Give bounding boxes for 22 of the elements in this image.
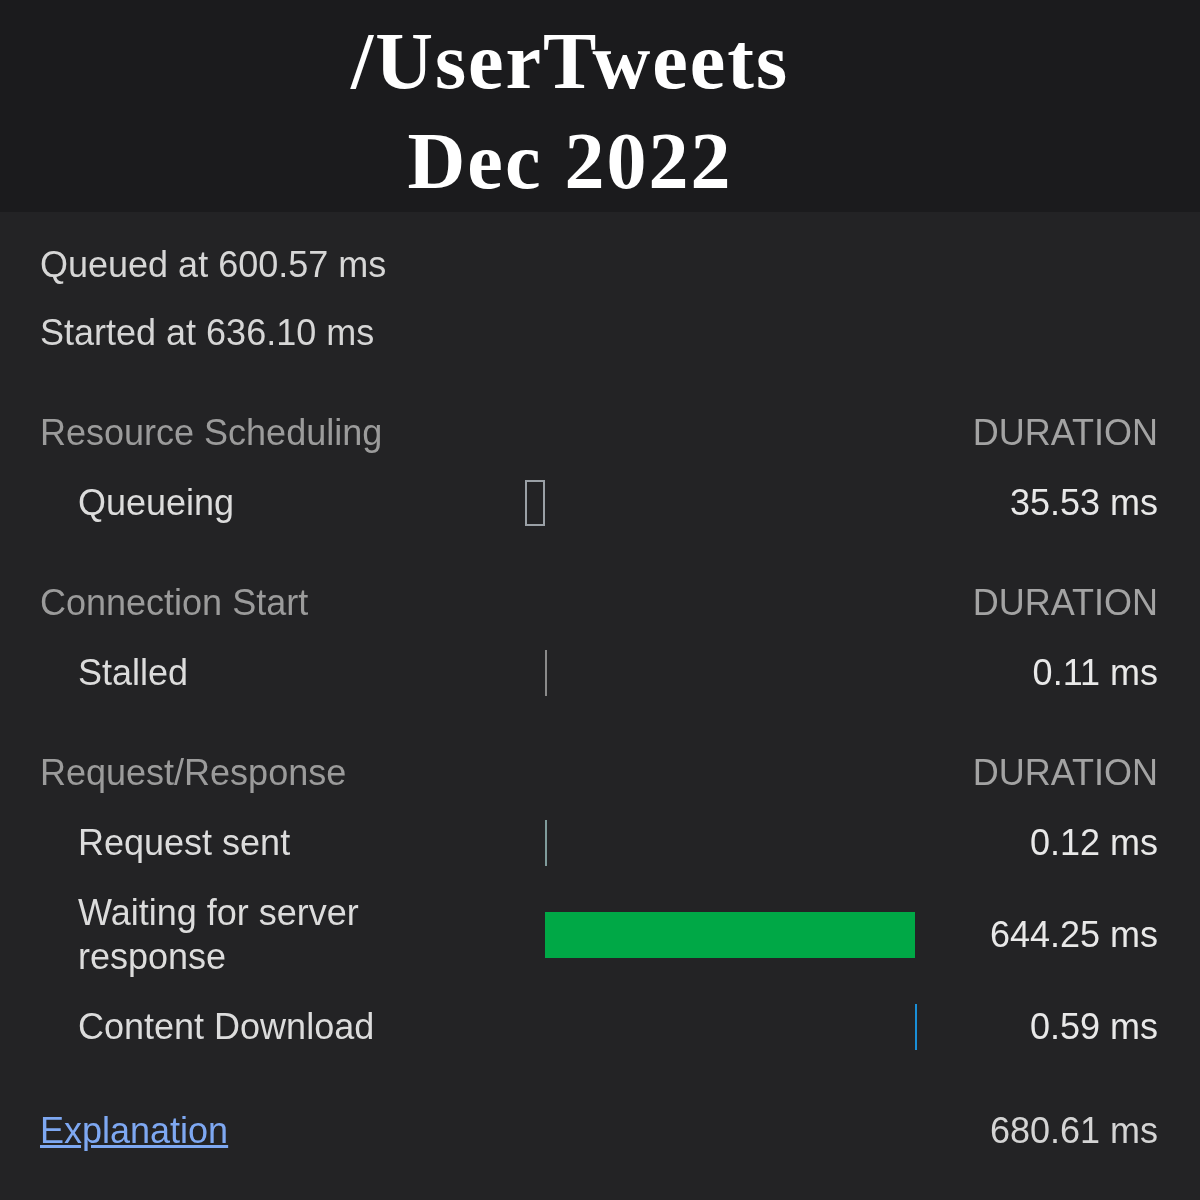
phase-label: Queueing (78, 481, 235, 525)
queued-time-text: Queued at 600.57 ms (40, 243, 387, 287)
duration-heading: DURATION (972, 581, 1158, 625)
phase-label: Request sent (78, 821, 291, 865)
duration-heading: DURATION (972, 751, 1158, 795)
duration-value: 0.59 ms (1029, 1005, 1158, 1049)
duration-value: 0.12 ms (1029, 821, 1158, 865)
title-line: /UserTweets (350, 16, 790, 107)
duration-value: 0.11 ms (1032, 651, 1158, 695)
total-duration: 680.61 ms (989, 1109, 1158, 1153)
phase-label: Content Download (78, 1005, 375, 1049)
duration-heading: DURATION (972, 411, 1158, 455)
title-line: Dec 2022 (407, 116, 733, 207)
explanation-link[interactable]: Explanation (40, 1104, 229, 1158)
duration-value: 644.25 ms (989, 913, 1158, 957)
duration-value: 35.53 ms (1009, 481, 1158, 525)
phase-label: Waiting for server response (78, 891, 360, 979)
section-heading: Resource Scheduling (40, 411, 383, 455)
phase-label: Stalled (78, 651, 189, 695)
started-time-text: Started at 636.10 ms (40, 311, 375, 355)
section-heading: Request/Response (40, 751, 347, 795)
section-heading: Connection Start (40, 581, 309, 625)
